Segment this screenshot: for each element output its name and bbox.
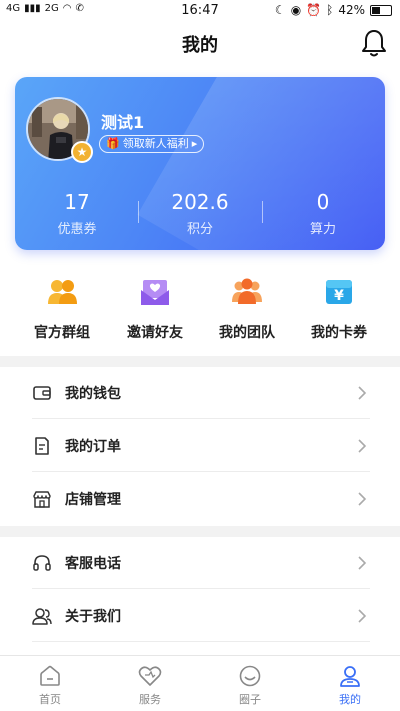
stat-value: 17 [64,190,90,214]
tab-circle[interactable]: 圈子 [200,664,300,707]
tab-label: 我的 [339,693,361,706]
person-icon [340,666,360,687]
order-icon [35,437,49,455]
menu-item-store-management[interactable]: 店铺管理 [0,472,400,525]
battery-percent: 42% [338,3,365,17]
stats-row: 17 优惠券 202.6 积分 0 算力 [15,189,385,239]
profile-card[interactable]: ★ 测试1 🎁 领取新人福利 ▸ 17 优惠券 202.6 积分 0 算力 [15,77,385,250]
lock-rotation-icon: ◉ [290,3,302,17]
header: 我的 [0,22,400,64]
quick-actions: 官方群组 邀请好友 我的团队 ¥ 我的卡券 [0,272,400,342]
chevron-right-icon [358,609,367,623]
store-icon [33,491,51,508]
menu-item-label: 关于我们 [65,609,121,625]
caret-right-icon: ▸ [191,137,198,150]
menu-item-about-us[interactable]: 关于我们 [0,589,400,642]
menu-item-orders[interactable]: 我的订单 [0,419,400,472]
invite-envelope-icon [141,280,169,305]
gift-icon: 🎁 [106,137,120,150]
tab-mine[interactable]: 我的 [300,664,400,707]
row-divider [32,641,370,642]
menu-item-wallet[interactable]: 我的钱包 [0,366,400,419]
smile-icon [239,665,261,687]
quick-action-label: 我的卡券 [311,325,367,341]
quick-action-official-group[interactable]: 官方群组 [12,272,112,342]
bottom-tab-bar: 首页 服务 圈子 我的 [0,655,400,711]
star-medal-icon: ★ [71,141,93,163]
heart-icon [138,666,162,686]
team-icon [232,278,262,304]
page-title: 我的 [182,35,218,56]
tab-label: 服务 [139,693,161,706]
chevron-right-icon [358,386,367,400]
quick-action-my-team[interactable]: 我的团队 [197,272,297,342]
stat-label: 积分 [186,222,213,237]
chevron-right-icon [358,492,367,506]
quick-action-label: 邀请好友 [127,325,183,341]
stat-label: 优惠券 [57,222,97,237]
stat-value: 0 [316,190,330,214]
quick-action-invite-friends[interactable]: 邀请好友 [105,272,205,342]
bell-icon[interactable] [360,28,388,58]
tab-label: 首页 [39,693,61,706]
stat-coupons[interactable]: 17 优惠券 [15,189,139,237]
stat-hashpower[interactable]: 0 算力 [261,189,385,237]
menu-item-customer-service[interactable]: 客服电话 [0,536,400,589]
status-right: ☾ ◉ ⏰ ᛒ 42% [275,3,392,17]
quick-action-label: 我的团队 [219,325,275,341]
menu-item-label: 我的订单 [65,439,121,455]
alarm-icon: ⏰ [306,3,322,17]
home-icon [40,665,60,686]
group-icon [48,280,77,304]
menu-item-label: 客服电话 [65,556,121,572]
chevron-right-icon [358,556,367,570]
username: 测试1 [101,113,145,132]
moon-icon: ☾ [274,3,286,17]
bluetooth-icon: ᛒ [326,3,334,17]
users-icon [32,608,52,625]
newbie-benefit-button[interactable]: 🎁 领取新人福利 ▸ [99,135,205,153]
chevron-right-icon [358,439,367,453]
newbie-benefit-label: 领取新人福利 [122,137,189,150]
tab-home[interactable]: 首页 [0,664,100,707]
svg-text:¥: ¥ [334,288,344,304]
stat-value: 202.6 [171,190,229,214]
coupon-icon: ¥ [326,280,352,304]
menu-item-label: 我的钱包 [65,386,121,402]
stat-points[interactable]: 202.6 积分 [138,189,262,237]
menu-item-label: 店铺管理 [65,492,121,508]
quick-action-my-coupons[interactable]: ¥ 我的卡券 [289,272,389,342]
quick-action-label: 官方群组 [34,325,90,341]
wallet-icon [33,386,51,400]
tab-service[interactable]: 服务 [100,664,200,707]
battery-icon [370,4,392,16]
headset-icon [33,555,51,571]
status-bar: 4G ▮▮▮ 2G ◠ ✆ 16:47 ☾ ◉ ⏰ ᛒ 42% [0,0,400,22]
stat-label: 算力 [309,222,336,237]
tab-label: 圈子 [239,693,261,706]
